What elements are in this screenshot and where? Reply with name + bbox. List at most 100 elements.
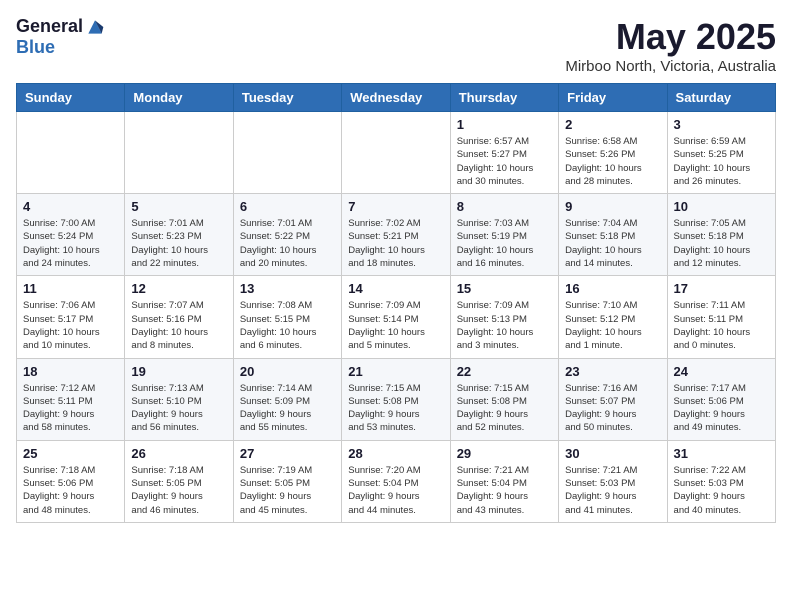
calendar-cell: 29 Sunrise: 7:21 AM Sunset: 5:04 PM Dayli… <box>450 440 558 522</box>
day-info: Sunrise: 7:19 AM Sunset: 5:05 PM Dayligh… <box>240 464 335 517</box>
calendar-cell: 6 Sunrise: 7:01 AM Sunset: 5:22 PM Daylig… <box>233 194 341 276</box>
calendar-cell: 11Sunrise: 7:06 AM Sunset: 5:17 PM Dayli… <box>17 276 125 358</box>
calendar-cell: 31 Sunrise: 7:22 AM Sunset: 5:03 PM Dayli… <box>667 440 775 522</box>
day-number: 18 <box>23 364 118 379</box>
calendar-cell: 22 Sunrise: 7:15 AM Sunset: 5:08 PM Dayli… <box>450 358 558 440</box>
day-number: 6 <box>240 199 335 214</box>
weekday-header-tuesday: Tuesday <box>233 84 341 112</box>
weekday-header-row: SundayMondayTuesdayWednesdayThursdayFrid… <box>17 84 776 112</box>
day-info: Sunrise: 7:14 AM Sunset: 5:09 PM Dayligh… <box>240 382 335 435</box>
weekday-header-monday: Monday <box>125 84 233 112</box>
day-info: Sunrise: 7:22 AM Sunset: 5:03 PM Dayligh… <box>674 464 769 517</box>
day-info: Sunrise: 7:10 AM Sunset: 5:12 PM Dayligh… <box>565 299 660 352</box>
day-number: 24 <box>674 364 769 379</box>
logo-general-text: General <box>16 16 83 37</box>
day-info: Sunrise: 7:18 AM Sunset: 5:06 PM Dayligh… <box>23 464 118 517</box>
calendar-cell: 14 Sunrise: 7:09 AM Sunset: 5:14 PM Dayli… <box>342 276 450 358</box>
calendar-week-4: 18 Sunrise: 7:12 AM Sunset: 5:11 PM Dayli… <box>17 358 776 440</box>
weekday-header-wednesday: Wednesday <box>342 84 450 112</box>
calendar-cell: 13 Sunrise: 7:08 AM Sunset: 5:15 PM Dayli… <box>233 276 341 358</box>
calendar-cell: 8 Sunrise: 7:03 AM Sunset: 5:19 PM Daylig… <box>450 194 558 276</box>
day-number: 26 <box>131 446 226 461</box>
day-info: Sunrise: 7:13 AM Sunset: 5:10 PM Dayligh… <box>131 382 226 435</box>
day-number: 14 <box>348 281 443 296</box>
day-number: 4 <box>23 199 118 214</box>
day-info: Sunrise: 6:58 AM Sunset: 5:26 PM Dayligh… <box>565 135 660 188</box>
calendar-table: SundayMondayTuesdayWednesdayThursdayFrid… <box>16 83 776 523</box>
day-info: Sunrise: 7:03 AM Sunset: 5:19 PM Dayligh… <box>457 217 552 270</box>
day-info: Sunrise: 7:12 AM Sunset: 5:11 PM Dayligh… <box>23 382 118 435</box>
day-number: 8 <box>457 199 552 214</box>
day-number: 31 <box>674 446 769 461</box>
calendar-cell <box>342 112 450 194</box>
day-number: 16 <box>565 281 660 296</box>
day-info: Sunrise: 7:00 AM Sunset: 5:24 PM Dayligh… <box>23 217 118 270</box>
day-number: 30 <box>565 446 660 461</box>
day-info: Sunrise: 7:18 AM Sunset: 5:05 PM Dayligh… <box>131 464 226 517</box>
day-number: 22 <box>457 364 552 379</box>
day-info: Sunrise: 7:08 AM Sunset: 5:15 PM Dayligh… <box>240 299 335 352</box>
calendar-week-1: 1 Sunrise: 6:57 AM Sunset: 5:27 PM Daylig… <box>17 112 776 194</box>
day-number: 1 <box>457 117 552 132</box>
day-info: Sunrise: 7:07 AM Sunset: 5:16 PM Dayligh… <box>131 299 226 352</box>
day-info: Sunrise: 7:21 AM Sunset: 5:04 PM Dayligh… <box>457 464 552 517</box>
calendar-cell: 23 Sunrise: 7:16 AM Sunset: 5:07 PM Dayli… <box>559 358 667 440</box>
day-info: Sunrise: 7:04 AM Sunset: 5:18 PM Dayligh… <box>565 217 660 270</box>
day-info: Sunrise: 7:09 AM Sunset: 5:14 PM Dayligh… <box>348 299 443 352</box>
calendar-cell: 1 Sunrise: 6:57 AM Sunset: 5:27 PM Daylig… <box>450 112 558 194</box>
logo: General Blue <box>16 16 105 58</box>
calendar-cell <box>125 112 233 194</box>
calendar-cell <box>233 112 341 194</box>
calendar-cell: 30Sunrise: 7:21 AM Sunset: 5:03 PM Dayli… <box>559 440 667 522</box>
calendar-cell: 21 Sunrise: 7:15 AM Sunset: 5:08 PM Dayli… <box>342 358 450 440</box>
day-number: 7 <box>348 199 443 214</box>
day-info: Sunrise: 7:01 AM Sunset: 5:23 PM Dayligh… <box>131 217 226 270</box>
calendar-cell: 5Sunrise: 7:01 AM Sunset: 5:23 PM Daylig… <box>125 194 233 276</box>
calendar-cell: 19 Sunrise: 7:13 AM Sunset: 5:10 PM Dayli… <box>125 358 233 440</box>
day-number: 13 <box>240 281 335 296</box>
day-info: Sunrise: 6:57 AM Sunset: 5:27 PM Dayligh… <box>457 135 552 188</box>
calendar-cell: 9Sunrise: 7:04 AM Sunset: 5:18 PM Daylig… <box>559 194 667 276</box>
weekday-header-thursday: Thursday <box>450 84 558 112</box>
day-info: Sunrise: 7:15 AM Sunset: 5:08 PM Dayligh… <box>457 382 552 435</box>
calendar-cell: 25 Sunrise: 7:18 AM Sunset: 5:06 PM Dayli… <box>17 440 125 522</box>
calendar-cell: 10Sunrise: 7:05 AM Sunset: 5:18 PM Dayli… <box>667 194 775 276</box>
day-number: 21 <box>348 364 443 379</box>
day-info: Sunrise: 7:16 AM Sunset: 5:07 PM Dayligh… <box>565 382 660 435</box>
logo-blue-text: Blue <box>16 37 55 58</box>
calendar-cell: 4 Sunrise: 7:00 AM Sunset: 5:24 PM Daylig… <box>17 194 125 276</box>
day-number: 17 <box>674 281 769 296</box>
page-header: General Blue May 2025 Mirboo North, Vict… <box>16 16 776 75</box>
day-number: 12 <box>131 281 226 296</box>
calendar-cell: 7 Sunrise: 7:02 AM Sunset: 5:21 PM Daylig… <box>342 194 450 276</box>
day-info: Sunrise: 7:01 AM Sunset: 5:22 PM Dayligh… <box>240 217 335 270</box>
weekday-header-sunday: Sunday <box>17 84 125 112</box>
day-info: Sunrise: 7:15 AM Sunset: 5:08 PM Dayligh… <box>348 382 443 435</box>
title-block: May 2025 Mirboo North, Victoria, Austral… <box>565 16 776 75</box>
location-subtitle: Mirboo North, Victoria, Australia <box>565 58 776 75</box>
month-title: May 2025 <box>565 16 776 58</box>
calendar-cell: 16 Sunrise: 7:10 AM Sunset: 5:12 PM Dayli… <box>559 276 667 358</box>
day-info: Sunrise: 7:20 AM Sunset: 5:04 PM Dayligh… <box>348 464 443 517</box>
weekday-header-friday: Friday <box>559 84 667 112</box>
calendar-cell: 15Sunrise: 7:09 AM Sunset: 5:13 PM Dayli… <box>450 276 558 358</box>
calendar-week-5: 25 Sunrise: 7:18 AM Sunset: 5:06 PM Dayli… <box>17 440 776 522</box>
day-number: 3 <box>674 117 769 132</box>
day-number: 27 <box>240 446 335 461</box>
day-number: 28 <box>348 446 443 461</box>
calendar-week-2: 4 Sunrise: 7:00 AM Sunset: 5:24 PM Daylig… <box>17 194 776 276</box>
day-info: Sunrise: 7:11 AM Sunset: 5:11 PM Dayligh… <box>674 299 769 352</box>
day-info: Sunrise: 6:59 AM Sunset: 5:25 PM Dayligh… <box>674 135 769 188</box>
calendar-cell: 26 Sunrise: 7:18 AM Sunset: 5:05 PM Dayli… <box>125 440 233 522</box>
day-number: 25 <box>23 446 118 461</box>
day-info: Sunrise: 7:02 AM Sunset: 5:21 PM Dayligh… <box>348 217 443 270</box>
day-info: Sunrise: 7:17 AM Sunset: 5:06 PM Dayligh… <box>674 382 769 435</box>
calendar-cell: 28 Sunrise: 7:20 AM Sunset: 5:04 PM Dayli… <box>342 440 450 522</box>
calendar-cell: 12 Sunrise: 7:07 AM Sunset: 5:16 PM Dayli… <box>125 276 233 358</box>
day-number: 20 <box>240 364 335 379</box>
day-number: 23 <box>565 364 660 379</box>
day-number: 15 <box>457 281 552 296</box>
day-number: 29 <box>457 446 552 461</box>
day-number: 19 <box>131 364 226 379</box>
logo-icon <box>85 17 105 37</box>
